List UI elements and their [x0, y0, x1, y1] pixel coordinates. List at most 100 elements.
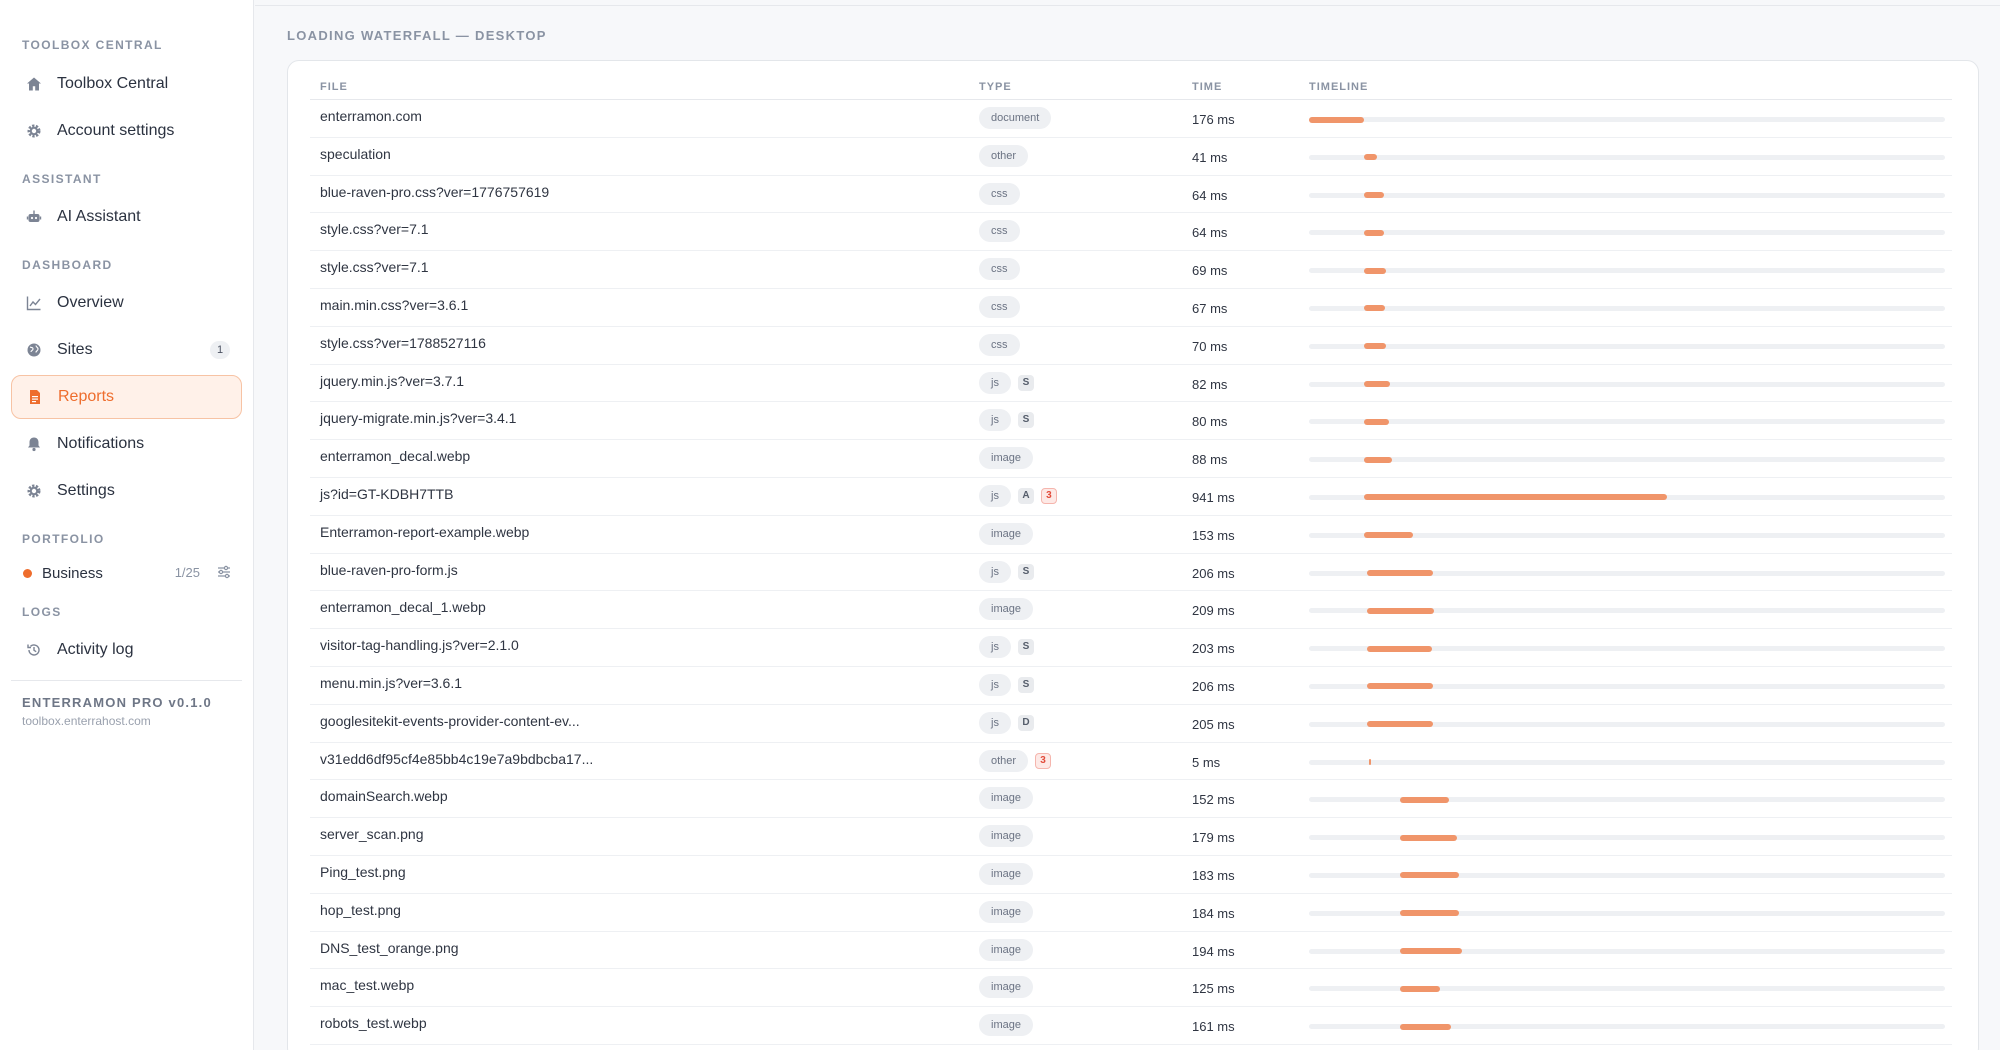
timeline-track — [1309, 154, 1945, 161]
timeline-track — [1309, 305, 1945, 312]
table-row[interactable]: mac_test.webp image 125 ms — [310, 969, 1952, 1008]
type-cell: js A 3 — [979, 484, 1057, 507]
table-row[interactable]: Ping_test.png image 183 ms — [310, 856, 1952, 894]
table-row[interactable]: blue-raven-pro-form.js js S 206 ms — [310, 554, 1952, 592]
sidebar-item-label: Activity log — [57, 641, 134, 658]
gear-icon — [25, 122, 43, 140]
table-row[interactable]: hop_test.png image 184 ms — [310, 894, 1952, 932]
timeline-bar — [1364, 267, 1386, 274]
table-row[interactable]: robots_test.webp image 161 ms — [310, 1007, 1952, 1045]
type-cell: image — [979, 900, 1033, 923]
line-chart-icon — [25, 294, 43, 312]
type-cell: image — [979, 598, 1033, 621]
load-time: 183 ms — [1192, 867, 1235, 883]
portfolio-item-business[interactable]: Business 1/25 — [11, 555, 242, 591]
sliders-icon[interactable] — [216, 564, 232, 580]
type-pill: other — [979, 144, 1029, 167]
file-name: googlesitekit-events-provider-content-ev… — [320, 712, 580, 729]
type-pill: css — [979, 182, 1020, 205]
column-header-time[interactable]: TIME — [1192, 81, 1222, 93]
table-row[interactable]: visitor-tag-handling.js?ver=2.1.0 js S 203 … — [310, 629, 1952, 667]
timeline-track — [1309, 985, 1945, 992]
table-row[interactable]: style.css?ver=7.1 css 69 ms — [310, 251, 1952, 289]
timeline-track — [1309, 721, 1945, 728]
table-row[interactable]: jquery.min.js?ver=3.7.1 js S 82 ms — [310, 365, 1952, 403]
sidebar-item-overview[interactable]: Overview — [11, 281, 242, 325]
timeline-bar — [1400, 1023, 1452, 1030]
load-time: 88 ms — [1192, 452, 1228, 468]
sidebar-item-label: Toolbox Central — [57, 75, 169, 92]
timeline-track — [1309, 834, 1945, 841]
resource-tag: A — [1017, 487, 1034, 504]
load-time: 184 ms — [1192, 905, 1235, 921]
timeline-track — [1309, 948, 1945, 955]
file-name: blue-raven-pro-form.js — [320, 561, 458, 578]
table-row[interactable]: enterramon.com document 176 ms — [310, 100, 1952, 138]
sidebar-item-reports[interactable]: Reports — [11, 375, 242, 419]
sidebar-item-sites[interactable]: Sites 1 — [11, 328, 242, 372]
table-row[interactable]: DNS_test_orange.png image 194 ms — [310, 932, 1952, 970]
load-time: 152 ms — [1192, 792, 1235, 808]
type-cell: css — [979, 220, 1020, 243]
timeline-bar — [1400, 796, 1449, 803]
section-heading: DASHBOARD — [22, 258, 113, 272]
robot-icon — [25, 208, 43, 226]
table-row[interactable]: googlesitekit-events-provider-content-ev… — [310, 705, 1952, 743]
load-time: 5 ms — [1192, 754, 1221, 770]
file-name: blue-raven-pro.css?ver=1776757619 — [320, 183, 550, 200]
file-name: server_scan.png — [320, 826, 424, 843]
timeline-track — [1309, 192, 1945, 199]
sidebar-item-toolbox-central[interactable]: Toolbox Central — [11, 62, 242, 106]
type-pill: js — [979, 409, 1011, 432]
load-time: 206 ms — [1192, 565, 1235, 581]
table-row[interactable]: style.css?ver=7.1 css 64 ms — [310, 213, 1952, 252]
table-row[interactable]: menu.min.js?ver=3.6.1 js S 206 ms — [310, 667, 1952, 705]
table-row[interactable]: Enterramon-report-example.webp image 153 m… — [310, 516, 1952, 554]
type-cell: js S — [979, 636, 1034, 659]
resource-tag: 3 — [1040, 487, 1057, 504]
load-time: 67 ms — [1192, 300, 1228, 316]
column-header-file[interactable]: FILE — [320, 81, 348, 93]
table-row[interactable]: style.css?ver=1788527116 css 70 ms — [310, 327, 1952, 365]
timeline-track — [1309, 343, 1945, 350]
document-icon — [26, 388, 44, 406]
timeline-bar — [1364, 381, 1390, 388]
file-name: enterramon_decal.webp — [320, 448, 471, 465]
sidebar-item-account-settings[interactable]: Account settings — [11, 109, 242, 153]
type-pill: image — [979, 522, 1033, 545]
table-row[interactable]: speculation other 41 ms — [310, 138, 1952, 176]
timeline-track — [1309, 116, 1945, 123]
sidebar-item-settings[interactable]: Settings — [11, 469, 242, 513]
sidebar-item-notifications[interactable]: Notifications — [11, 422, 242, 466]
section-heading: PORTFOLIO — [22, 532, 105, 546]
load-time: 70 ms — [1192, 338, 1228, 354]
table-row[interactable]: enterramon_decal.webp image 88 ms — [310, 440, 1952, 478]
table-row[interactable]: enterramon_decal_1.webp image 209 ms — [310, 591, 1952, 630]
file-name: jquery.min.js?ver=3.7.1 — [320, 372, 465, 389]
timeline-track — [1309, 872, 1945, 879]
type-cell: image — [979, 825, 1033, 848]
table-row[interactable]: js?id=GT-KDBH7TTB js A 3 941 ms — [310, 478, 1952, 516]
load-time: 203 ms — [1192, 641, 1235, 657]
type-pill: image — [979, 598, 1033, 621]
table-row[interactable]: jquery-migrate.min.js?ver=3.4.1 js S 80 ms — [310, 402, 1952, 441]
file-name: Enterramon-report-example.webp — [320, 523, 530, 540]
table-row[interactable]: main.min.css?ver=3.6.1 css 67 ms — [310, 289, 1952, 327]
sidebar-item-ai-assistant[interactable]: AI Assistant — [11, 195, 242, 239]
table-row[interactable]: server_scan.png image 179 ms — [310, 818, 1952, 856]
column-header-type[interactable]: TYPE — [979, 81, 1012, 93]
table-row[interactable]: blue-raven-pro.css?ver=1776757619 css 64 m… — [310, 176, 1952, 214]
file-name: v31edd6df95cf4e85bb4c19e7a9bdbcba17... — [320, 750, 594, 767]
timeline-bar — [1400, 834, 1458, 841]
section-heading: LOGS — [22, 605, 62, 619]
table-row[interactable]: v31edd6df95cf4e85bb4c19e7a9bdbcba17... ot… — [310, 743, 1952, 781]
file-name: visitor-tag-handling.js?ver=2.1.0 — [320, 637, 519, 654]
table-row[interactable]: domainSearch.webp image 152 ms — [310, 780, 1952, 819]
column-header-timeline[interactable]: TIMELINE — [1309, 81, 1368, 93]
type-cell: js S — [979, 371, 1034, 394]
timeline-track — [1309, 1023, 1945, 1030]
timeline-bar — [1367, 645, 1433, 652]
sidebar-item-activity-log[interactable]: Activity log — [11, 628, 242, 672]
type-cell: other — [979, 144, 1029, 167]
resource-tag: D — [1017, 714, 1034, 731]
